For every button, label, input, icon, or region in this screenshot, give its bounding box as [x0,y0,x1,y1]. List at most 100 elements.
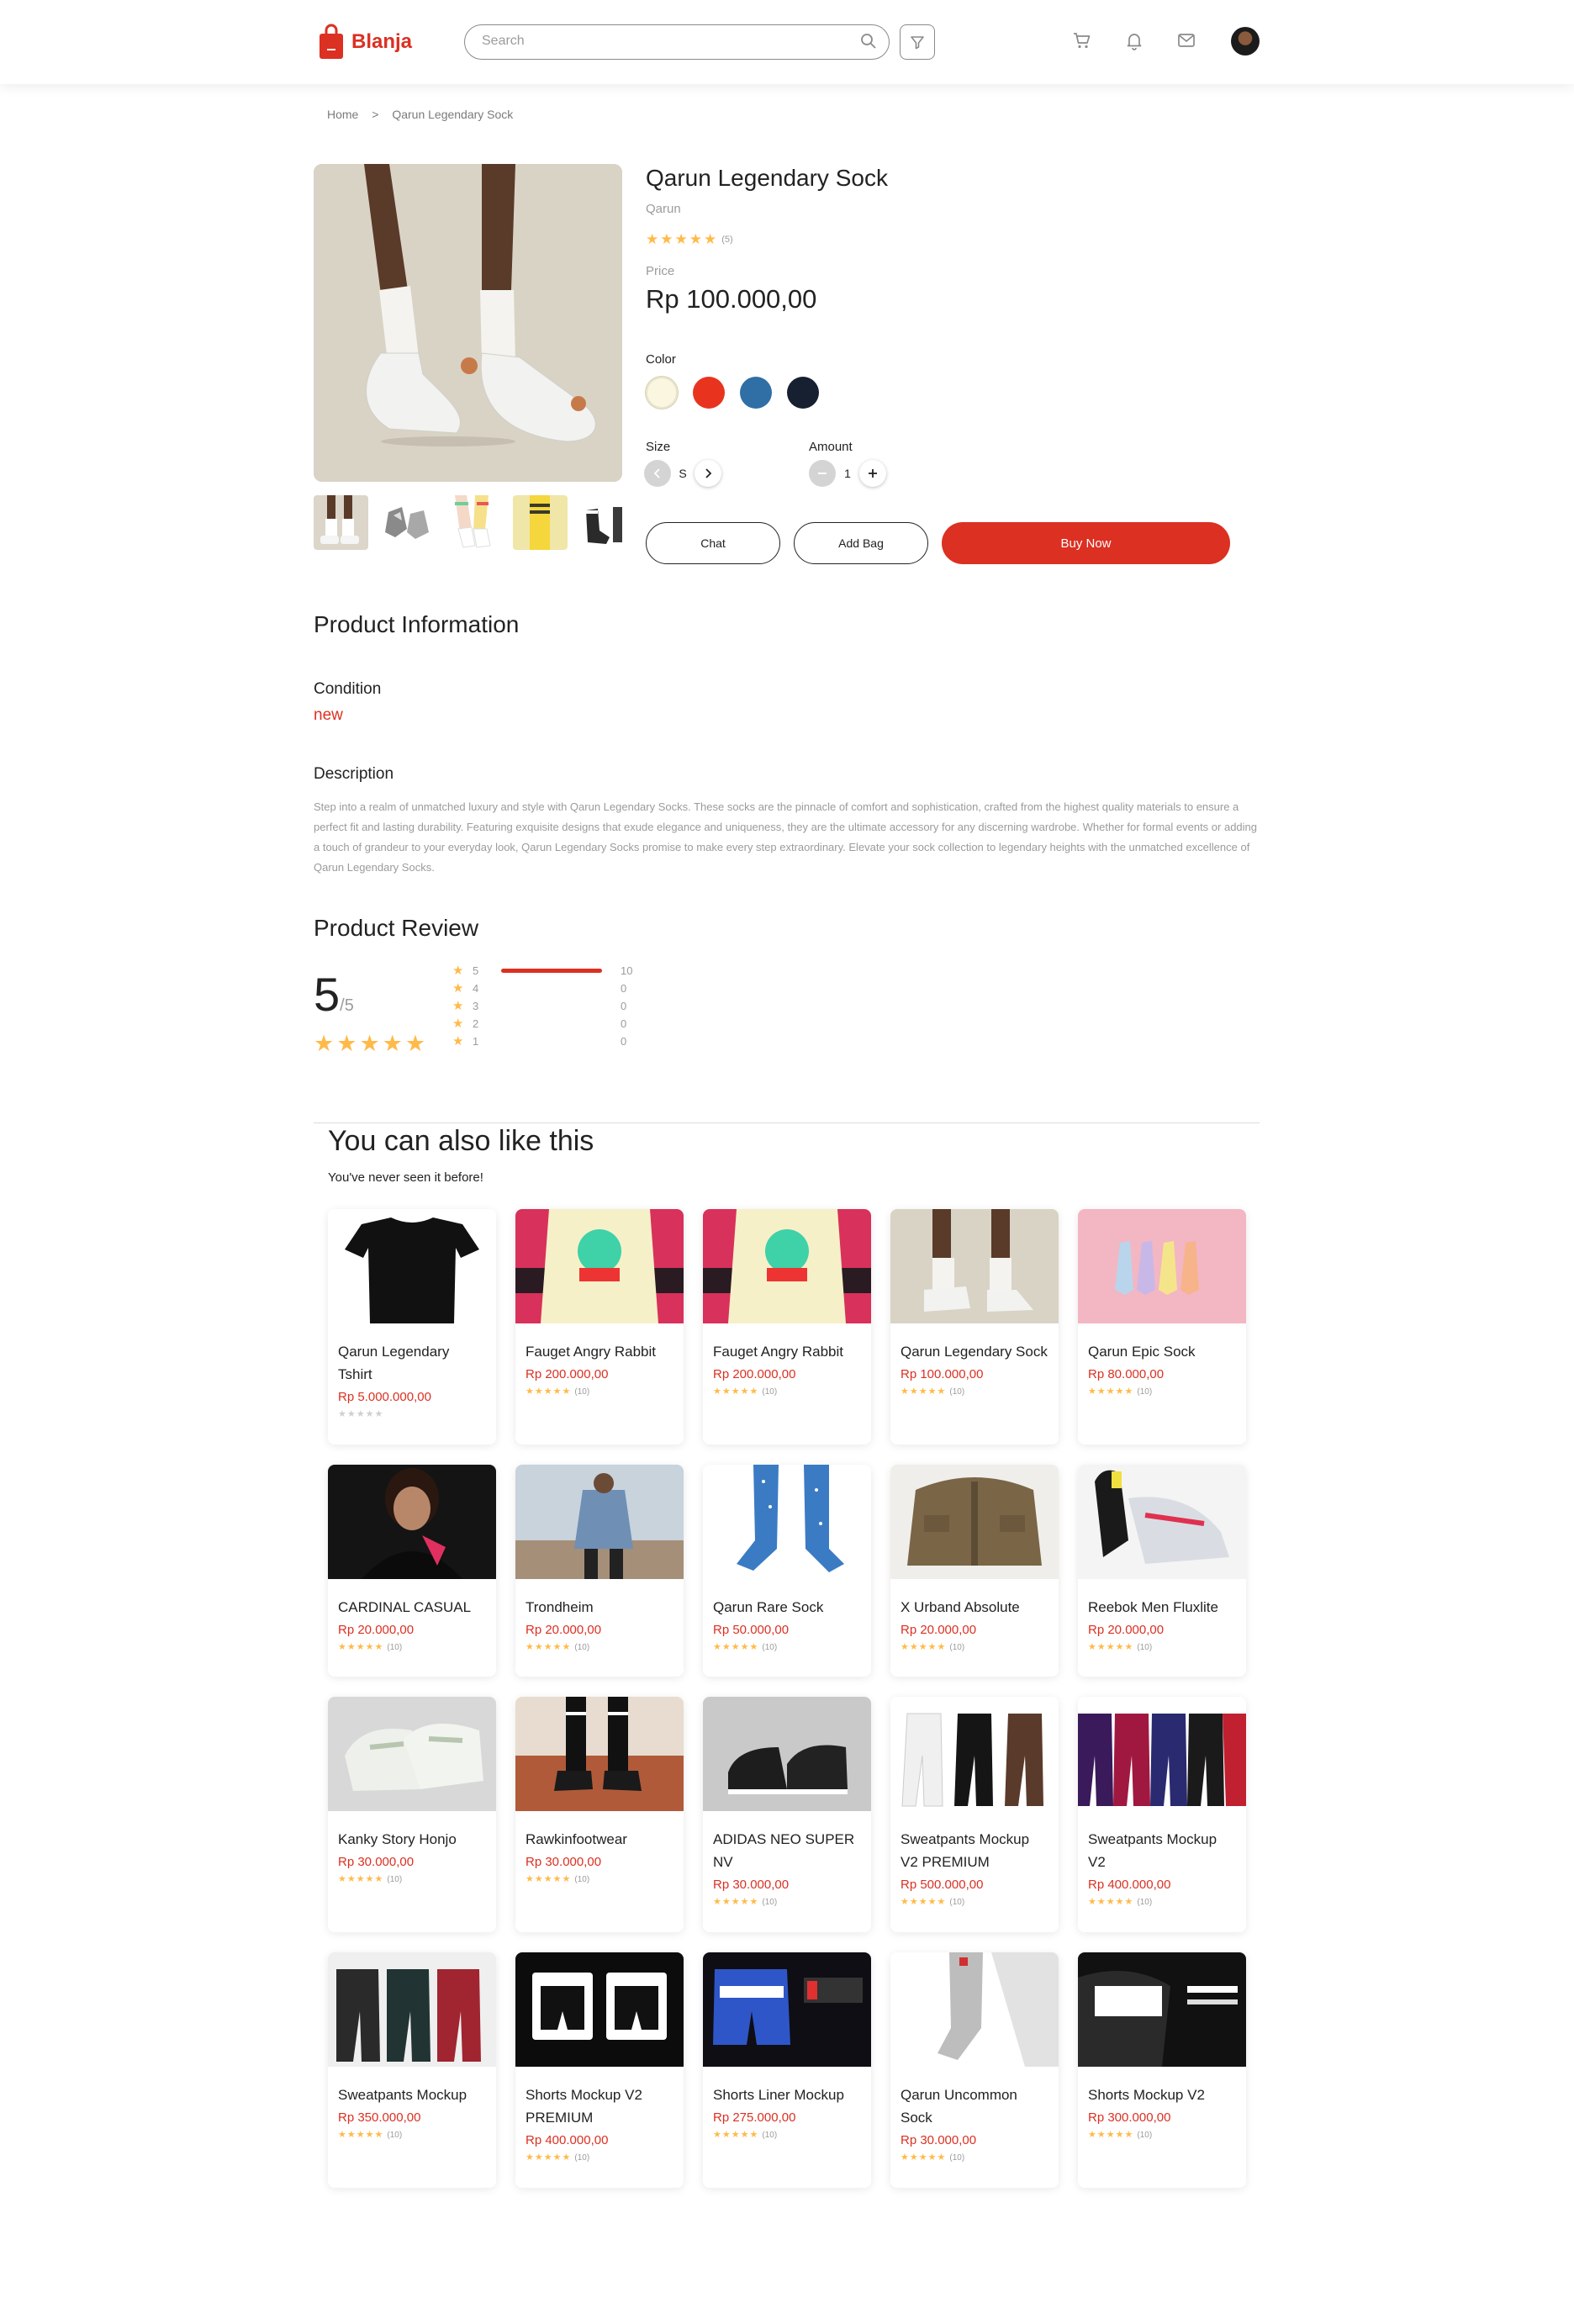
star-icon: ★ [374,1874,383,1884]
thumbnail[interactable] [446,495,501,550]
product-card[interactable]: Reebok Men Fluxlite Rp 20.000,00 ★ ★ ★ ★ ★ (1… [1078,1465,1246,1677]
product-card[interactable]: Trondheim Rp 20.000,00 ★ ★ ★ ★ ★ (10) [515,1465,684,1677]
star-icon: ★ [534,1386,543,1397]
color-label: Color [646,352,676,367]
size-increase-button[interactable] [695,460,721,487]
chat-button[interactable]: Chat [646,522,780,564]
product-card[interactable]: Qarun Legendary Tshirt Rp 5.000.000,00 ★… [328,1209,496,1445]
product-card-price: Rp 400.000,00 [526,2133,609,2147]
bell-icon[interactable] [1124,30,1144,55]
rating-count: (5) [721,234,733,245]
product-card[interactable]: X Urband Absolute Rp 20.000,00 ★ ★ ★ ★ ★ (10) [890,1465,1059,1677]
product-card[interactable]: Qarun Uncommon Sock Rp 30.000,00 ★ ★ ★ ★ ★ (1… [890,1952,1059,2188]
size-stepper: S [644,460,721,487]
star-icon: ★ [909,1897,918,1907]
thumbnail[interactable] [513,495,568,550]
product-card[interactable]: Kanky Story Honjo Rp 30.000,00 ★ ★ ★ ★ ★ (10) [328,1697,496,1932]
product-card[interactable]: Qarun Epic Sock Rp 80.000,00 ★ ★ ★ ★ ★ (10) [1078,1209,1246,1445]
product-card-name: Fauget Angry Rabbit [526,1344,656,1360]
brand-logo[interactable]: Blanja [318,24,412,61]
product-card-name: Sweatpants Mockup V2 [1088,1831,1217,1870]
star-icon: ★ [721,2130,731,2140]
star-icon: ★ [562,1642,571,1652]
star-icon: ★ [534,1874,543,1884]
rating-level: 2 [473,1017,479,1030]
color-swatch[interactable] [693,377,725,409]
product-card[interactable]: Shorts Mockup V2 Rp 300.000,00 ★ ★ ★ ★ ★ (10) [1078,1952,1246,2188]
star-icon: ★ [365,2130,374,2140]
buy-now-button[interactable]: Buy Now [942,522,1230,564]
star-icon: ★ [338,1874,346,1884]
thumbnail[interactable] [314,495,368,550]
product-card[interactable]: Rawkinfootwear Rp 30.000,00 ★ ★ ★ ★ ★ (10) [515,1697,684,1932]
product-card[interactable]: ADIDAS NEO SUPER NV Rp 30.000,00 ★ ★ ★ ★ ★ (1… [703,1697,871,1932]
product-card-rating-count: (10) [949,1898,965,1907]
product-card-price: Rp 20.000,00 [1088,1623,1165,1637]
product-card[interactable]: Qarun Legendary Sock Rp 100.000,00 ★ ★ ★ ★ ★… [890,1209,1059,1445]
star-icon: ★ [552,1874,562,1884]
color-swatch[interactable] [787,377,819,409]
search-input[interactable] [482,25,835,57]
size-value: S [679,467,687,480]
rating-bar [501,1004,602,1008]
star-icon: ★ [314,1031,335,1056]
product-card-price: Rp 50.000,00 [713,1623,790,1637]
amount-decrease-button[interactable] [809,460,836,487]
breadcrumb-home[interactable]: Home [327,108,358,121]
star-icon: ★ [346,1642,356,1652]
filter-button[interactable] [900,24,935,60]
product-card-price: Rp 200.000,00 [713,1367,796,1381]
product-card-price: Rp 275.000,00 [713,2110,796,2125]
product-card[interactable]: Sweatpants Mockup V2 PREMIUM Rp 500.000,… [890,1697,1059,1932]
cart-icon[interactable] [1072,30,1092,55]
star-icon: ★ [740,2130,749,2140]
product-card-rating: ★ ★ ★ ★ ★ (10) [901,1897,1048,1908]
product-card[interactable]: CARDINAL CASUAL Rp 20.000,00 ★ ★ ★ ★ ★ (10) [328,1465,496,1677]
amount-value: 1 [844,467,851,480]
product-card-rating-count: (10) [949,2153,965,2163]
search-icon[interactable] [860,33,877,54]
product-card[interactable]: Qarun Rare Sock Rp 50.000,00 ★ ★ ★ ★ ★ (10) [703,1465,871,1677]
product-card[interactable]: Sweatpants Mockup Rp 350.000,00 ★ ★ ★ ★ ★ (10… [328,1952,496,2188]
star-icon: ★ [452,981,464,996]
product-card[interactable]: Shorts Mockup V2 PREMIUM Rp 400.000,00 ★… [515,1952,684,2188]
rating-bar [501,986,602,990]
product-card[interactable]: Fauget Angry Rabbit Rp 200.000,00 ★ ★ ★ ★ ★(… [703,1209,871,1445]
product-card-image [703,1465,871,1579]
product-review-title: Product Review [314,915,479,941]
star-icon: ★ [721,1386,731,1397]
product-card[interactable]: Fauget Angry Rabbit Rp 200.000,00 ★ ★ ★ ★ ★(… [515,1209,684,1445]
size-decrease-button[interactable] [644,460,671,487]
product-card-name: Rawkinfootwear [526,1831,627,1847]
product-card-price: Rp 400.000,00 [1088,1878,1171,1892]
product-card-name: Fauget Angry Rabbit [713,1344,843,1360]
thumbnail[interactable] [380,495,435,550]
star-icon: ★ [452,1017,464,1031]
product-card[interactable]: Shorts Liner Mockup Rp 275.000,00 ★ ★ ★ ★ ★(… [703,1952,871,2188]
breadcrumb: Home > Qarun Legendary Sock [327,108,523,121]
amount-increase-button[interactable] [859,460,886,487]
product-card-rating-count: (10) [762,1387,778,1397]
color-swatch[interactable] [646,377,678,409]
star-icon: ★ [937,1386,946,1397]
avatar[interactable] [1231,27,1260,55]
product-card-rating: ★ ★ ★ ★ ★ (10) [338,1642,486,1653]
star-icon: ★ [356,1409,365,1419]
product-card-name: CARDINAL CASUAL [338,1599,472,1615]
star-icon: ★ [374,1642,383,1652]
breadcrumb-current[interactable]: Qarun Legendary Sock [392,108,513,121]
product-card-price: Rp 20.000,00 [526,1623,602,1637]
product-card-name: X Urband Absolute [901,1599,1020,1615]
star-icon: ★ [1096,1642,1106,1652]
thumbnail[interactable] [579,495,622,550]
star-icon: ★ [365,1642,374,1652]
product-card[interactable]: Sweatpants Mockup V2 Rp 400.000,00 ★ ★ ★ ★ ★… [1078,1697,1246,1932]
star-icon: ★ [740,1642,749,1652]
product-card-image [1078,1952,1246,2067]
color-swatch[interactable] [740,377,772,409]
product-card-image [515,1697,684,1811]
product-card-image [703,1952,871,2067]
add-bag-button[interactable]: Add Bag [794,522,928,564]
star-icon: ★ [336,1031,357,1056]
mail-icon[interactable] [1176,30,1196,55]
